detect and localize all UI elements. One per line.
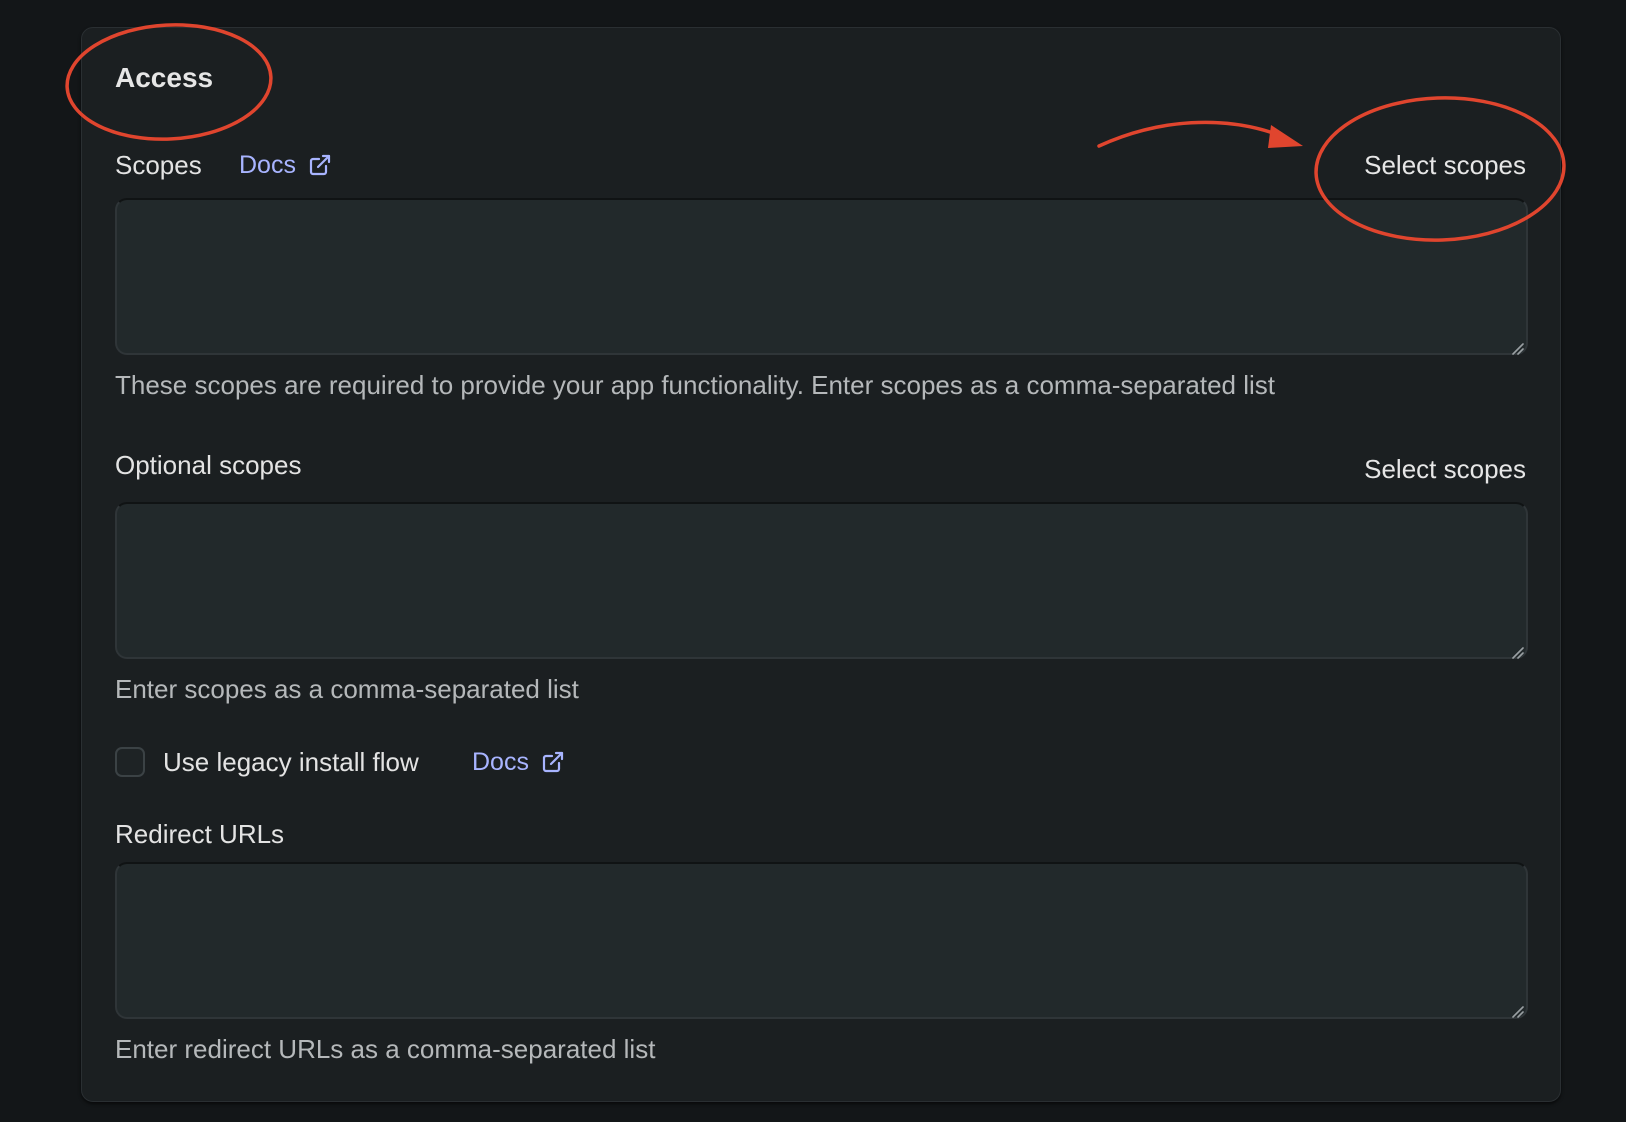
scopes-docs-link[interactable]: Docs [239,150,332,180]
resize-handle-icon[interactable] [1510,341,1524,355]
redirect-urls-label: Redirect URLs [115,819,285,849]
resize-handle-icon[interactable] [1510,1004,1524,1018]
optional-scopes-select-button[interactable]: Select scopes [1364,454,1526,484]
legacy-install-docs-link[interactable]: Docs [472,747,565,777]
legacy-install-checkbox[interactable] [115,747,145,777]
external-link-icon [542,751,564,773]
resize-handle-icon[interactable] [1510,645,1524,659]
external-link-icon [309,154,331,176]
scopes-help-text: These scopes are required to provide you… [115,370,1276,400]
legacy-install-label: Use legacy install flow [163,747,419,777]
scopes-docs-label: Docs [239,151,296,179]
redirect-urls-textarea[interactable] [115,862,1528,1019]
section-title: Access [115,62,214,93]
scopes-label: Scopes [115,150,202,180]
optional-scopes-label: Optional scopes [115,450,302,480]
legacy-docs-label: Docs [472,748,529,776]
optional-scopes-help-text: Enter scopes as a comma-separated list [115,674,579,704]
redirect-urls-help-text: Enter redirect URLs as a comma-separated… [115,1034,656,1064]
scopes-select-button[interactable]: Select scopes [1364,150,1526,180]
scopes-textarea[interactable] [115,198,1528,355]
optional-scopes-textarea[interactable] [115,502,1528,659]
